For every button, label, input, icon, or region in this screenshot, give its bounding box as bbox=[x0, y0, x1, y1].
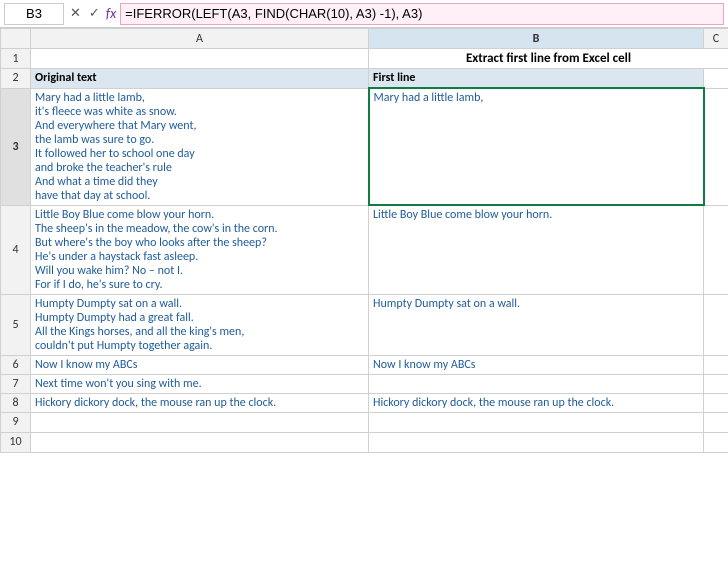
spreadsheet: A B C 1 Extract first line from Excel ce… bbox=[0, 28, 728, 453]
row-num-10: 10 bbox=[1, 432, 31, 452]
row-num-5: 5 bbox=[1, 294, 31, 355]
cell-a5[interactable]: Humpty Dumpty sat on a wall. Humpty Dump… bbox=[31, 294, 369, 355]
table-row: 7 Next time won't you sing with me. bbox=[1, 374, 728, 393]
cell-c6[interactable] bbox=[704, 355, 728, 374]
cell-b3[interactable]: Mary had a little lamb, bbox=[369, 88, 704, 205]
cancel-icon[interactable]: ✕ bbox=[68, 6, 83, 21]
formula-bar: B3 ✕ ✓ fx bbox=[0, 0, 728, 28]
cell-c8[interactable] bbox=[704, 393, 728, 412]
cell-b1[interactable]: Extract first line from Excel cell bbox=[369, 49, 728, 69]
row-num-8: 8 bbox=[1, 393, 31, 412]
cell-a2[interactable]: Original text bbox=[31, 69, 369, 89]
cell-a1[interactable] bbox=[31, 49, 369, 69]
table-row: 4 Little Boy Blue come blow your horn. T… bbox=[1, 205, 728, 294]
table-row: 8 Hickory dickory dock, the mouse ran up… bbox=[1, 393, 728, 412]
cell-c4[interactable] bbox=[704, 205, 728, 294]
formula-input[interactable] bbox=[120, 3, 724, 25]
table-row: 9 bbox=[1, 412, 728, 432]
cell-b2[interactable]: First line bbox=[369, 69, 704, 89]
cell-c10[interactable] bbox=[704, 432, 728, 452]
col-header-b[interactable]: B bbox=[369, 29, 704, 49]
cell-c7[interactable] bbox=[704, 374, 728, 393]
col-header-a[interactable]: A bbox=[31, 29, 369, 49]
table-row: 6 Now I know my ABCs Now I know my ABCs bbox=[1, 355, 728, 374]
fx-label: fx bbox=[106, 5, 116, 22]
cell-c3[interactable] bbox=[704, 88, 728, 205]
row-num-6: 6 bbox=[1, 355, 31, 374]
formula-icons: ✕ ✓ bbox=[68, 6, 102, 21]
cell-a9[interactable] bbox=[31, 412, 369, 432]
table-row: 2 Original text First line bbox=[1, 69, 728, 89]
col-header-c[interactable]: C bbox=[704, 29, 728, 49]
cell-reference[interactable]: B3 bbox=[4, 3, 64, 25]
row-num-2: 2 bbox=[1, 69, 31, 89]
cell-a7[interactable]: Next time won't you sing with me. bbox=[31, 374, 369, 393]
cell-a8[interactable]: Hickory dickory dock, the mouse ran up t… bbox=[31, 393, 369, 412]
cell-b8[interactable]: Hickory dickory dock, the mouse ran up t… bbox=[369, 393, 704, 412]
cell-b6[interactable]: Now I know my ABCs bbox=[369, 355, 704, 374]
corner-header bbox=[1, 29, 31, 49]
cell-c9[interactable] bbox=[704, 412, 728, 432]
cell-a3[interactable]: Mary had a little lamb, it's fleece was … bbox=[31, 88, 369, 205]
row-num-7: 7 bbox=[1, 374, 31, 393]
cell-c2[interactable] bbox=[704, 69, 728, 89]
cell-b10[interactable] bbox=[369, 432, 704, 452]
table-row: 10 bbox=[1, 432, 728, 452]
table-row: 5 Humpty Dumpty sat on a wall. Humpty Du… bbox=[1, 294, 728, 355]
row-num-9: 9 bbox=[1, 412, 31, 432]
confirm-icon[interactable]: ✓ bbox=[87, 6, 102, 21]
cell-c5[interactable] bbox=[704, 294, 728, 355]
cell-b4[interactable]: Little Boy Blue come blow your horn. bbox=[369, 205, 704, 294]
cell-a10[interactable] bbox=[31, 432, 369, 452]
row-num-4: 4 bbox=[1, 205, 31, 294]
table-row: 1 Extract first line from Excel cell bbox=[1, 49, 728, 69]
cell-b7[interactable] bbox=[369, 374, 704, 393]
cell-a6[interactable]: Now I know my ABCs bbox=[31, 355, 369, 374]
table-row: 3 Mary had a little lamb, it's fleece wa… bbox=[1, 88, 728, 205]
row-num-3: 3 bbox=[1, 88, 31, 205]
row-num-1: 1 bbox=[1, 49, 31, 69]
cell-a4[interactable]: Little Boy Blue come blow your horn. The… bbox=[31, 205, 369, 294]
cell-b9[interactable] bbox=[369, 412, 704, 432]
column-headers: A B C bbox=[1, 29, 728, 49]
cell-b5[interactable]: Humpty Dumpty sat on a wall. bbox=[369, 294, 704, 355]
